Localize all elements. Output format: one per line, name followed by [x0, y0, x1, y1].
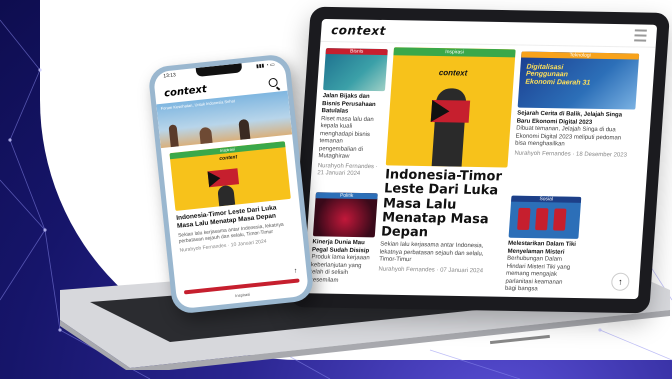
- article-thumbnail: Politik: [312, 192, 378, 238]
- category-pill: Inspirasi: [393, 47, 516, 58]
- category-pill: Sosial: [511, 195, 582, 203]
- flag-icon: [430, 100, 471, 123]
- article-thumbnail: Bisnis: [323, 48, 388, 92]
- article-headline[interactable]: Melestarikan Dalam Tiki Menyelaman Miste…: [507, 241, 578, 257]
- article-thumbnail: Sosial: [508, 195, 582, 239]
- hand-illustration: [217, 184, 236, 207]
- featured-headline[interactable]: Indonesia-Timor Leste Dari Luka Masa Lal…: [381, 167, 508, 242]
- article-byline: Nurahyoh Fernandes · 18 Desember 2023: [514, 150, 628, 159]
- site-logo[interactable]: context: [331, 23, 387, 38]
- featured-thumbnail: Inspirasi context: [169, 141, 291, 211]
- hamburger-menu-icon[interactable]: [634, 29, 647, 42]
- article-grid: Bisnis Jalan Bijaks dan Bisnis Perusahaa…: [303, 42, 656, 299]
- phone-screen: 13:13 ▮▮▮ ◔ ▭ context Forum Kesehatan, U…: [152, 58, 310, 310]
- smartphone: 13:13 ▮▮▮ ◔ ▭ context Forum Kesehatan, U…: [147, 53, 315, 315]
- article-card-right-top[interactable]: Teknologi Digitalisasi Penggunaan Ekonom…: [514, 51, 640, 159]
- featured-thumbnail: Inspirasi context: [385, 47, 516, 168]
- banner-figure: [168, 124, 179, 148]
- illustration-figure: [517, 207, 531, 231]
- article-thumbnail: Teknologi Digitalisasi Penggunaan Ekonom…: [517, 51, 640, 110]
- marketing-composite: context Bisnis Jalan Bijaks dan Bisnis P…: [0, 0, 672, 379]
- site-logo[interactable]: context: [164, 84, 208, 99]
- category-pill: Teknologi: [521, 51, 640, 60]
- article-card-left-top[interactable]: Bisnis Jalan Bijaks dan Bisnis Perusahaa…: [317, 48, 388, 179]
- thumbnail-caption: Digitalisasi Penggunaan Ekonomi Daerah 3…: [525, 63, 591, 87]
- category-pill: Bisnis: [325, 48, 388, 56]
- article-headline[interactable]: Kinerja Dunia Mau Pegal Sudah Disisip: [312, 239, 375, 255]
- laptop: context Bisnis Jalan Bijaks dan Bisnis P…: [289, 6, 671, 314]
- article-card-right-bottom[interactable]: Sosial Melestarikan Dalam Tiki Menyelama…: [504, 195, 582, 295]
- thumbnail-logo: context: [438, 68, 468, 78]
- featured-byline: Nurahyoh Fernandes · 07 Januari 2024: [378, 266, 484, 275]
- featured-summary: Sekian lalu kerjasama antar Indonesia, l…: [378, 241, 484, 264]
- scroll-to-top-button[interactable]: ↑: [294, 268, 298, 275]
- article-headline[interactable]: Jalan Bijaks dan Bisnis Perusahaan Batul…: [321, 93, 384, 117]
- article-summary: Riset masa lalu dan kepala kuali menghad…: [318, 115, 374, 160]
- article-byline: Nurahyoh Fernandes · 21 Januari 2024: [317, 162, 378, 177]
- banner-figure: [238, 118, 251, 140]
- laptop-screen: context Bisnis Jalan Bijaks dan Bisnis P…: [302, 18, 658, 300]
- scroll-to-top-button[interactable]: ↑: [610, 272, 630, 291]
- article-summary: Dibuat temanan, Jelajah Singa di dua Eko…: [514, 125, 622, 148]
- status-time: 13:13: [163, 72, 177, 80]
- illustration-figure: [535, 208, 549, 231]
- flag-icon: [207, 168, 240, 188]
- article-card-left-bottom[interactable]: Politik Kinerja Dunia Mau Pegal Sudah Di…: [310, 192, 378, 285]
- search-icon[interactable]: [268, 77, 279, 88]
- illustration-figure: [552, 208, 567, 231]
- article-summary: Berhubungan Dalam Hindari Misteri Tiki y…: [504, 255, 571, 293]
- banner-figure: [198, 126, 213, 144]
- featured-article-card[interactable]: Inspirasi context Indonesia-Timor Leste …: [378, 47, 516, 276]
- article-summary: Produk lama kerjaaan keberlanjutan yang …: [309, 254, 370, 284]
- phone-featured-card[interactable]: Inspirasi context Indonesia-Timor Leste …: [169, 141, 295, 254]
- category-pill: Politik: [315, 192, 378, 200]
